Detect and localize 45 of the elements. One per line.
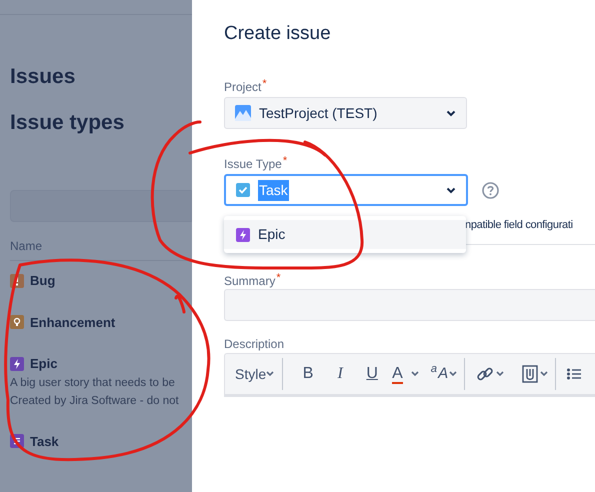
project-select[interactable]: TestProject (TEST) — [224, 97, 467, 129]
chevron-icon — [446, 110, 456, 116]
chevron-icon — [446, 186, 456, 194]
style-dropdown[interactable]: Style — [235, 364, 274, 384]
dialog-title: Create issue — [224, 22, 332, 46]
text-format-button[interactable]: $^{a}$A — [430, 362, 458, 386]
field-label: Issue Type — [224, 156, 282, 172]
chevron-icon — [449, 371, 458, 377]
description-text: A big user story that needs to be — [10, 376, 176, 390]
link-button[interactable] — [476, 365, 504, 383]
issue-type-name[interactable]: Enhancement — [30, 312, 116, 332]
bullet-list-button[interactable] — [567, 368, 582, 380]
link-icon — [476, 365, 494, 383]
chevron-icon — [540, 371, 548, 377]
field-label: Summary — [224, 273, 276, 289]
attachment-icon — [522, 365, 538, 383]
italic-button[interactable]: I — [326, 362, 354, 386]
text-color-button[interactable]: A — [392, 364, 419, 384]
required-mark: * — [262, 79, 267, 89]
issue-type-name[interactable]: Epic — [30, 354, 58, 374]
chevron-icon — [410, 371, 419, 377]
lightning-icon — [236, 228, 250, 242]
summary-field[interactable] — [224, 289, 595, 321]
hint-text: npatible field configurati — [465, 218, 573, 233]
chevron-icon — [496, 371, 504, 377]
task-checkbox-icon — [236, 183, 250, 197]
field-label: Project — [224, 79, 262, 95]
issue-type-name[interactable]: Bug — [30, 271, 56, 290]
issue-type-name[interactable]: Task — [30, 432, 59, 451]
help-icon[interactable] — [482, 182, 499, 198]
bold-button[interactable]: B — [294, 362, 322, 386]
description-text: Created by Jira Software - do not — [10, 394, 180, 408]
project-avatar-icon — [235, 105, 251, 121]
field-label: Description — [224, 336, 284, 352]
underline-button[interactable]: U — [358, 362, 386, 386]
page-heading: Issue types — [10, 111, 126, 135]
search-field[interactable] — [10, 190, 192, 222]
chevron-icon — [266, 371, 274, 377]
bullet-list-icon — [567, 368, 582, 380]
dropdown-option[interactable]: Epic — [224, 220, 466, 249]
attachment-button[interactable] — [522, 365, 548, 383]
description-editor[interactable]: Style B I U A $^{a}$A — [224, 353, 595, 397]
page-heading: Issues — [10, 65, 76, 89]
required-mark: * — [276, 273, 281, 283]
required-mark: * — [282, 156, 288, 166]
